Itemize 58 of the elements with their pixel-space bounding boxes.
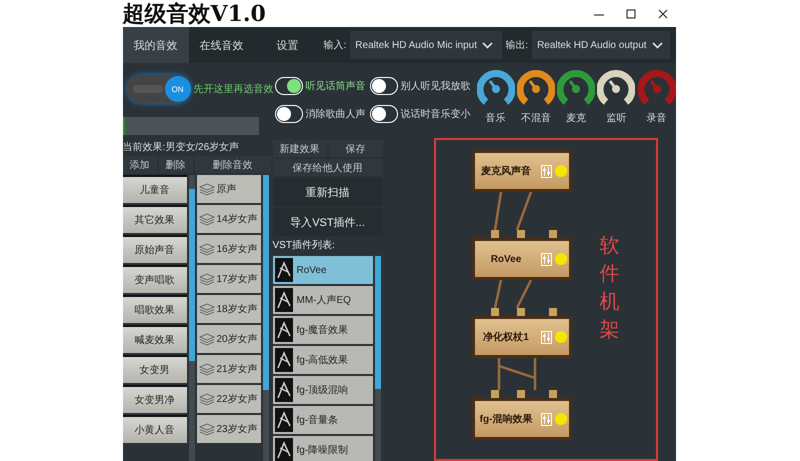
category-button[interactable]: 其它效果 [122, 205, 187, 233]
plugin-item[interactable]: fg-音量条 [272, 406, 372, 434]
vst-button[interactable]: 新建效果 [272, 140, 326, 157]
list-button[interactable]: 删除 [158, 156, 192, 173]
knob-label: 麦克 [566, 112, 586, 125]
toggle-label: 别人听见我放歌 [400, 80, 470, 93]
preset-item[interactable]: 18岁女声 [196, 295, 261, 323]
rescan-button[interactable]: 重新扫描 [272, 178, 382, 206]
plugin-item[interactable]: MM-人声EQ [272, 286, 372, 314]
plugin-item[interactable]: fg-顶级混响 [272, 376, 372, 404]
preset-item[interactable]: 14岁女声 [196, 205, 261, 233]
knob-label: 不混音 [520, 112, 551, 125]
preset-item[interactable]: 23岁女声 [196, 415, 261, 443]
category-button[interactable]: 小黄人音 [122, 415, 187, 443]
toggle-label: 消除歌曲人声 [306, 108, 366, 121]
knob-label: 录音 [646, 112, 666, 125]
annotation-text: 软件机架 [600, 234, 620, 343]
vst-list-title: VST插件列表: [272, 238, 336, 253]
import-vst-button[interactable]: 导入VST插件... [272, 208, 382, 236]
input-label: 输入: [324, 38, 346, 52]
category-button[interactable]: 变声唱歌 [122, 265, 187, 293]
preset-item[interactable]: 原声 [196, 175, 261, 203]
output-label: 输出: [505, 38, 528, 52]
rack-node[interactable]: RoVee [472, 238, 572, 280]
category-button[interactable]: 女变男净 [122, 385, 187, 413]
preset-item[interactable]: 21岁女声 [196, 355, 261, 383]
vst-button[interactable]: 保存 [328, 140, 382, 157]
tab[interactable]: 我的音效 [122, 27, 188, 63]
output-dropdown[interactable]: Realtek HD Audio output [532, 31, 670, 59]
knob-label: 监听 [606, 112, 626, 125]
tab[interactable]: 在线音效 [188, 27, 254, 63]
share-button[interactable]: 保存给他人使用 [272, 159, 382, 176]
tab[interactable]: 设置 [254, 27, 320, 63]
window-title: 超级音效V1.0 [122, 0, 266, 28]
preset-item[interactable]: 20岁女声 [196, 325, 261, 353]
toggle-label: 听见话筒声音 [306, 80, 366, 93]
rack-node[interactable]: 净化权杖1 [472, 316, 572, 358]
category-button[interactable]: 女变男 [122, 355, 187, 383]
input-dropdown[interactable]: Realtek HD Audio Mic input [350, 31, 502, 59]
rack-node[interactable]: fg-混响效果 [472, 398, 572, 440]
hint-text: 先开这里再选音效 [194, 82, 274, 96]
plugin-item[interactable]: RoVee [272, 256, 372, 284]
preset-item[interactable]: 17岁女声 [196, 265, 261, 293]
current-effect-text: 当前效果:男变女/26岁女声 [122, 140, 240, 155]
toggle-label: 说话时音乐变小 [400, 108, 470, 121]
preset-item[interactable]: 16岁女声 [196, 235, 261, 263]
list-button[interactable]: 添加 [122, 156, 156, 173]
category-button[interactable]: 儿童音 [122, 175, 187, 203]
plugin-item[interactable]: fg-降噪限制 [272, 436, 372, 461]
plugin-item[interactable]: fg-魔音效果 [272, 316, 372, 344]
rack-node[interactable]: 麦克风声音 [472, 150, 572, 192]
knob-label: 音乐 [486, 112, 506, 125]
list-button[interactable]: 删除音效 [194, 156, 270, 173]
category-button[interactable]: 原始声音 [122, 235, 187, 263]
category-button[interactable]: 喊麦效果 [122, 325, 187, 353]
category-button[interactable]: 唱歌效果 [122, 295, 187, 323]
plugin-item[interactable]: fg-高低效果 [272, 346, 372, 374]
preset-item[interactable]: 22岁女声 [196, 385, 261, 413]
